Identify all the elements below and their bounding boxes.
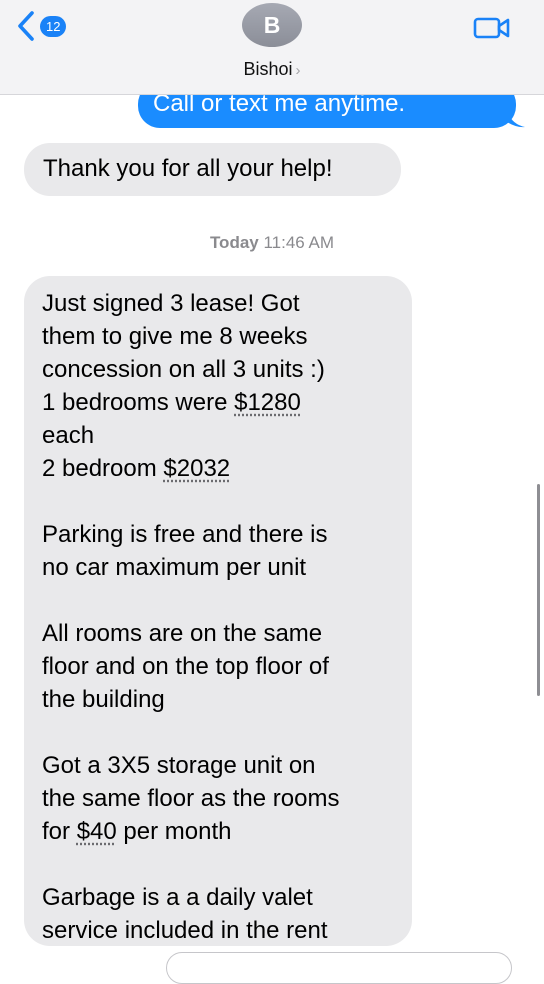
scroll-indicator[interactable] bbox=[537, 484, 540, 696]
detected-amount-link[interactable]: $40 bbox=[77, 818, 117, 845]
message-line: Got a 3X5 storage unit on bbox=[42, 752, 316, 779]
message-line: Garbage is a a daily valet bbox=[42, 884, 313, 911]
message-line: concession on all 3 units :) bbox=[42, 356, 325, 383]
chevron-left-icon bbox=[16, 10, 36, 42]
received-message-bubble[interactable]: Just signed 3 lease! Got them to give me… bbox=[24, 276, 412, 946]
message-line: 2 bedroom $2032 bbox=[42, 452, 412, 485]
message-paragraph: Parking is free and there is no car maxi… bbox=[42, 518, 412, 584]
message-text: Thank you for all your help! bbox=[43, 155, 333, 182]
message-timestamp: Today 11:46 AM bbox=[0, 233, 544, 253]
message-text: per month bbox=[116, 818, 232, 845]
message-text: for bbox=[42, 818, 77, 845]
message-line: for $40 per month bbox=[42, 815, 412, 848]
message-line: service included in the rent bbox=[42, 917, 328, 944]
message-paragraph: Got a 3X5 storage unit on the same floor… bbox=[42, 749, 412, 848]
received-message-bubble[interactable]: Thank you for all your help! bbox=[24, 143, 401, 196]
message-line: them to give me 8 weeks bbox=[42, 323, 308, 350]
timestamp-time: 11:46 AM bbox=[263, 233, 335, 252]
timestamp-day: Today bbox=[209, 233, 259, 252]
message-paragraph: Garbage is a a daily valet service inclu… bbox=[42, 881, 412, 947]
message-line: All rooms are on the same bbox=[42, 620, 323, 647]
message-line: Parking is free and there is bbox=[42, 521, 328, 548]
message-input-field[interactable] bbox=[166, 952, 512, 984]
detected-amount-link[interactable]: $2032 bbox=[163, 455, 230, 482]
message-text: 2 bedroom bbox=[42, 455, 164, 482]
message-line: floor and on the top floor of bbox=[42, 653, 329, 680]
unread-count-badge: 12 bbox=[40, 15, 67, 37]
back-button[interactable]: 12 bbox=[16, 8, 67, 44]
message-text: 1 bedrooms were bbox=[42, 389, 235, 416]
contact-name: Bishoi bbox=[243, 59, 293, 79]
detected-amount-link[interactable]: $1280 bbox=[234, 389, 301, 416]
chevron-right-icon: › bbox=[295, 62, 301, 79]
message-paragraph: All rooms are on the same floor and on t… bbox=[42, 617, 412, 716]
facetime-video-button[interactable] bbox=[472, 14, 512, 42]
message-line: the same floor as the rooms bbox=[42, 785, 340, 812]
message-paragraph: Just signed 3 lease! Got them to give me… bbox=[42, 287, 412, 485]
message-line: Just signed 3 lease! Got bbox=[42, 290, 300, 317]
video-camera-icon bbox=[472, 14, 512, 42]
conversation-header: 12 B Bishoi › bbox=[0, 0, 544, 95]
contact-avatar[interactable]: B bbox=[242, 3, 302, 47]
contact-name-button[interactable]: Bishoi › bbox=[0, 59, 544, 80]
message-line: 1 bedrooms were $1280 bbox=[42, 386, 412, 419]
bubble-tail bbox=[507, 110, 525, 128]
message-line: the building bbox=[42, 686, 165, 713]
message-line: each bbox=[42, 422, 95, 449]
message-line: no car maximum per unit bbox=[42, 554, 307, 581]
